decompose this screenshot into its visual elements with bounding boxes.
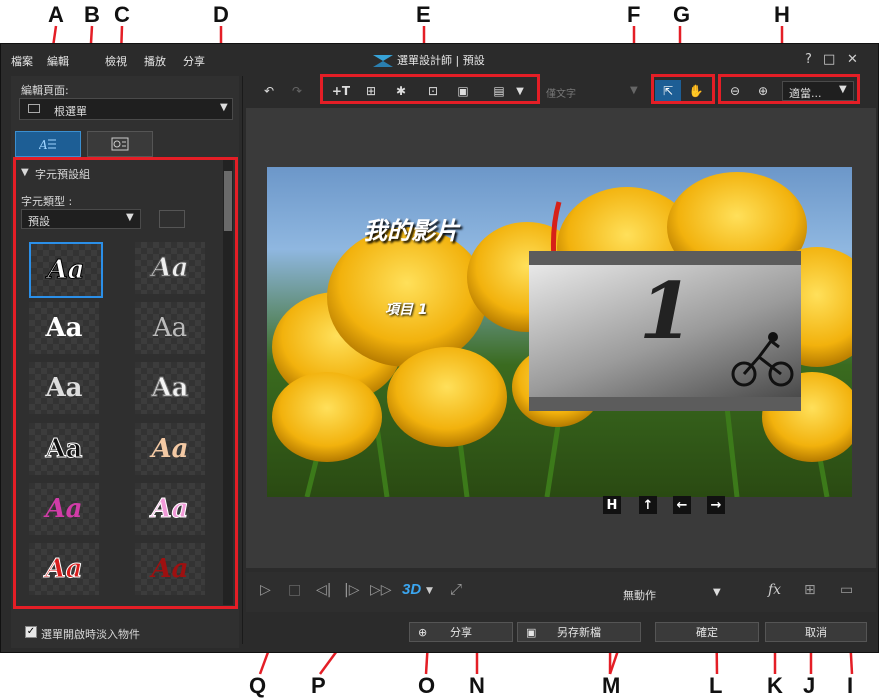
edit-page-dropdown[interactable]: 根選單 ▼ xyxy=(19,98,233,120)
menu-file[interactable]: 檔案 xyxy=(11,53,33,69)
maximize-button[interactable]: □ xyxy=(823,52,835,67)
close-button[interactable]: ✕ xyxy=(847,52,858,67)
3d-mode-button[interactable]: 3D xyxy=(402,581,421,598)
help-button[interactable]: ? xyxy=(805,52,812,67)
text-mode-placeholder[interactable]: 僅文字 xyxy=(546,85,576,100)
text-style-icon: A xyxy=(39,138,56,151)
share-button[interactable]: ⊕ 分享 xyxy=(409,622,513,642)
chevron-down-icon: ▼ xyxy=(713,587,721,598)
menu-item-thumbnail[interactable]: 1 xyxy=(529,251,801,411)
stop-icon[interactable]: □ xyxy=(288,582,301,598)
cyclist-silhouette-icon xyxy=(731,332,794,387)
menu-item-text[interactable]: 項目 1 xyxy=(385,299,428,319)
globe-icon: ⊕ xyxy=(418,625,428,639)
fade-checkbox-label: 選單開啟時淡入物件 xyxy=(41,628,140,641)
safe-zone-icon[interactable]: ▭ xyxy=(840,582,853,598)
window-title: 選單設計師 | 預設 xyxy=(397,54,485,67)
save-icon: ▣ xyxy=(526,625,537,639)
thumbnail-number: 1 xyxy=(639,266,694,357)
menu-edit[interactable]: 編輯 xyxy=(47,53,69,69)
redo-icon[interactable]: ↷ xyxy=(284,80,310,102)
chevron-down-icon: ▼ xyxy=(220,102,228,113)
fullscreen-icon[interactable]: ⤢ xyxy=(450,580,462,598)
effects-fx-icon[interactable]: fx xyxy=(768,582,781,598)
nav-previous-button[interactable]: ← xyxy=(673,496,691,514)
app-logo-icon xyxy=(373,52,393,67)
motion-dropdown[interactable]: 無動作 ▼ xyxy=(618,582,728,604)
play-icon[interactable]: ▷ xyxy=(260,582,271,598)
callout-box-g xyxy=(651,74,715,104)
menu-title-text[interactable]: 我的影片 xyxy=(363,211,459,246)
previous-frame-icon[interactable]: ◁| xyxy=(316,582,331,598)
fade-checkbox[interactable]: ✓ xyxy=(25,626,37,638)
chevron-down-icon[interactable]: ▼ xyxy=(426,586,433,596)
nav-home-button[interactable]: H xyxy=(603,496,621,514)
nav-up-button[interactable]: ↑ xyxy=(639,496,657,514)
motion-value: 無動作 xyxy=(623,589,656,602)
callout-box-b xyxy=(13,157,238,609)
fast-forward-icon[interactable]: ▷▷ xyxy=(370,582,392,598)
nav-next-button[interactable]: → xyxy=(707,496,725,514)
undo-icon[interactable]: ↶ xyxy=(256,80,282,102)
svg-text:A: A xyxy=(39,138,48,151)
splitter[interactable] xyxy=(242,76,243,644)
playback-bar: ▷ □ ◁| |▷ ▷▷ 3D ▼ ⤢ 無動作 ▼ fx ⊞ ▭ xyxy=(246,572,876,612)
tab-character-presets[interactable]: A xyxy=(15,131,81,157)
menu-share[interactable]: 分享 xyxy=(183,53,205,69)
cancel-button[interactable]: 取消 xyxy=(765,622,867,642)
edit-page-label: 編輯頁面: xyxy=(21,84,69,97)
menu-preview[interactable]: 我的影片 項目 1 1 xyxy=(267,167,852,497)
grid-icon[interactable]: ⊞ xyxy=(804,582,816,598)
tab-menu-properties[interactable] xyxy=(87,131,153,157)
edit-page-value: 根選單 xyxy=(54,105,87,118)
ok-button[interactable]: 確定 xyxy=(655,622,759,642)
menu-play[interactable]: 播放 xyxy=(144,53,166,69)
callout-box-e xyxy=(320,74,540,104)
menu-view[interactable]: 檢視 xyxy=(105,53,127,69)
menu-properties-icon xyxy=(111,137,129,151)
menu-page-icon xyxy=(28,104,40,113)
next-frame-icon[interactable]: |▷ xyxy=(344,582,359,598)
chevron-down-icon[interactable]: ▼ xyxy=(630,85,638,96)
callout-box-h xyxy=(718,74,860,104)
save-as-new-button[interactable]: ▣ 另存新檔 xyxy=(517,622,641,642)
menu-designer-window: 檔案 編輯 檢視 播放 分享 選單設計師 | 預設 ? □ ✕ 編輯頁面: 根選… xyxy=(0,43,879,653)
